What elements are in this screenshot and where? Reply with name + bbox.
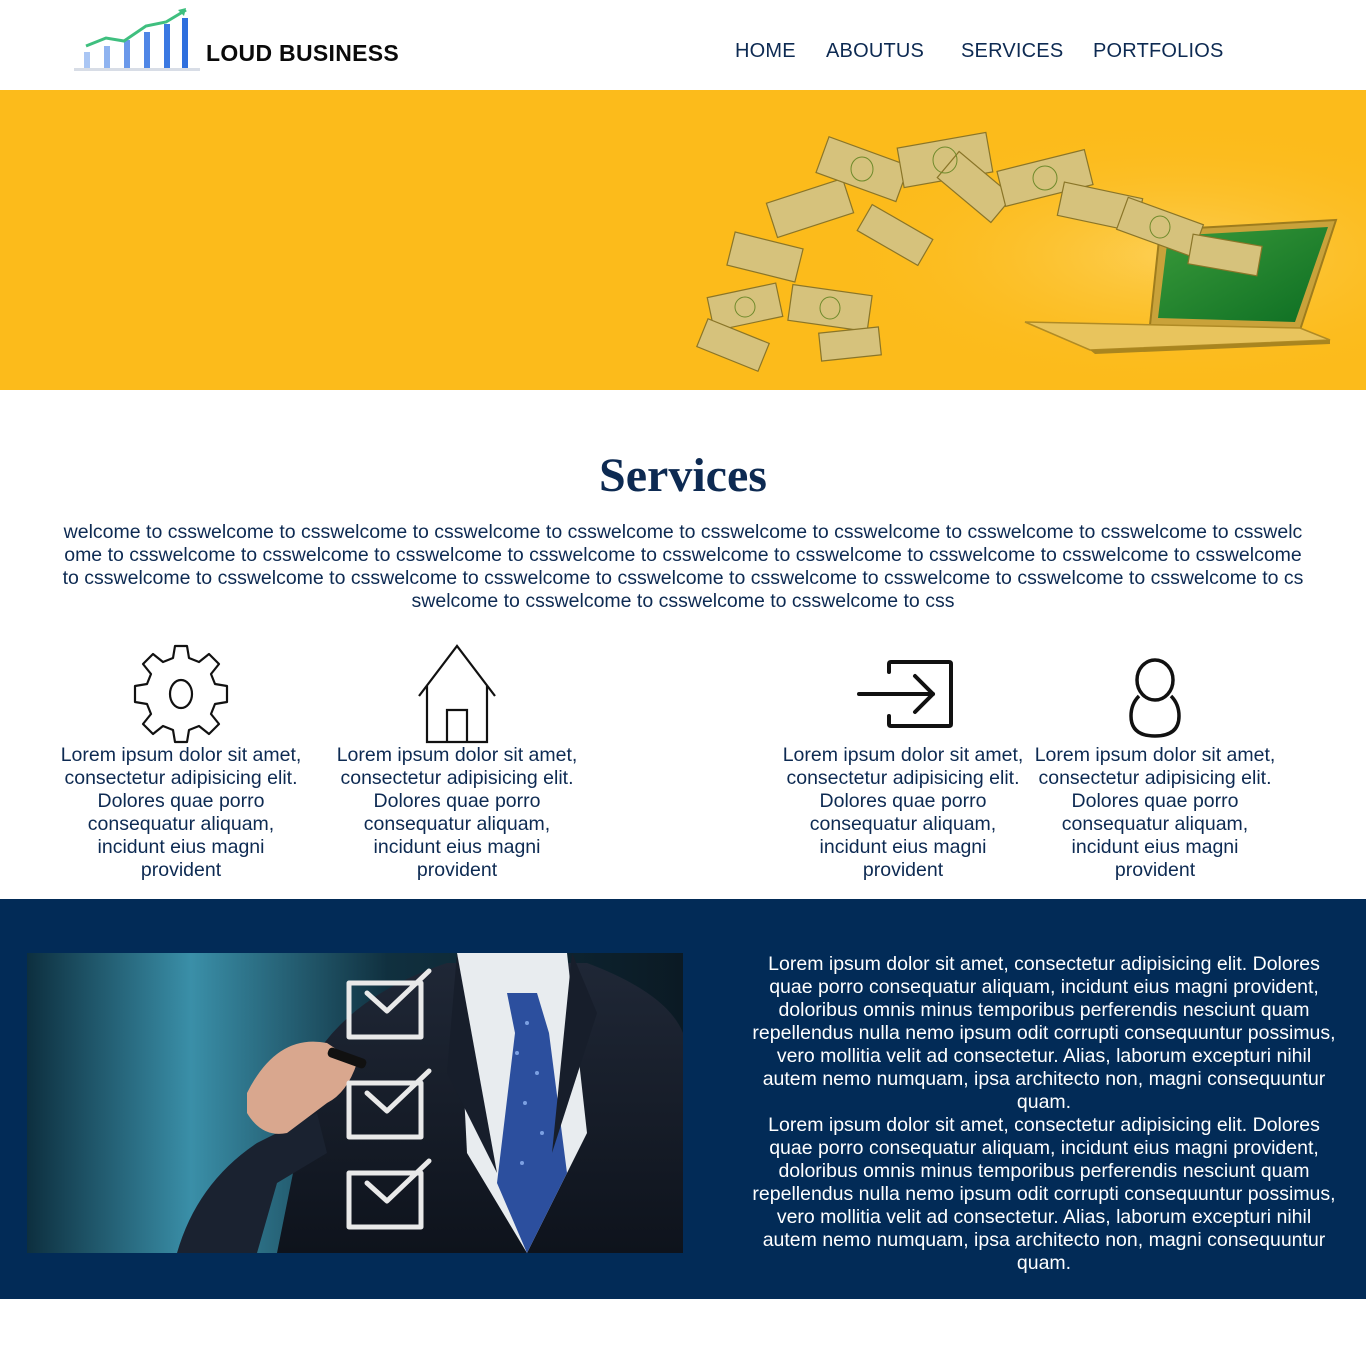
service-item: Lorem ipsum dolor sit amet, consectetur … xyxy=(56,644,306,882)
service-text: Lorem ipsum dolor sit amet, consectetur … xyxy=(60,744,302,881)
businessman-checklist-photo xyxy=(27,953,683,1253)
service-item: Lorem ipsum dolor sit amet, consectetur … xyxy=(1030,644,1280,882)
nav-services[interactable]: SERVICES xyxy=(961,40,1063,63)
nav-portfolios[interactable]: PORTFOLIOS xyxy=(1093,40,1224,63)
nav-aboutus[interactable]: ABOUTUS xyxy=(826,40,924,63)
site-header: LOUD BUSINESS HOME ABOUTUS SERVICES PORT… xyxy=(0,0,1366,90)
service-text: Lorem ipsum dolor sit amet, consectetur … xyxy=(782,744,1024,881)
home-icon xyxy=(418,644,496,744)
service-text: Lorem ipsum dolor sit amet, consectetur … xyxy=(1034,744,1276,881)
about-text: Lorem ipsum dolor sit amet, consectetur … xyxy=(752,953,1336,1275)
nav-home[interactable]: HOME xyxy=(735,40,796,63)
hero-banner xyxy=(0,90,1366,390)
services-title: Services xyxy=(599,449,767,502)
services-intro: welcome to csswelcome to csswelcome to c… xyxy=(62,521,1304,612)
service-item: Lorem ipsum dolor sit amet, consectetur … xyxy=(778,644,1028,882)
sign-in-icon xyxy=(857,660,953,728)
about-section: Lorem ipsum dolor sit amet, consectetur … xyxy=(0,899,1366,1299)
gear-icon xyxy=(133,644,229,744)
user-icon xyxy=(1129,658,1181,738)
service-text: Lorem ipsum dolor sit amet, consectetur … xyxy=(336,744,578,881)
service-item: Lorem ipsum dolor sit amet, consectetur … xyxy=(332,644,582,882)
money-laptop-illustration xyxy=(600,90,1366,390)
about-paragraph: Lorem ipsum dolor sit amet, consectetur … xyxy=(752,953,1336,1113)
main-nav: HOME ABOUTUS SERVICES PORTFOLIOS xyxy=(0,40,1366,66)
about-paragraph: Lorem ipsum dolor sit amet, consectetur … xyxy=(752,1114,1336,1274)
